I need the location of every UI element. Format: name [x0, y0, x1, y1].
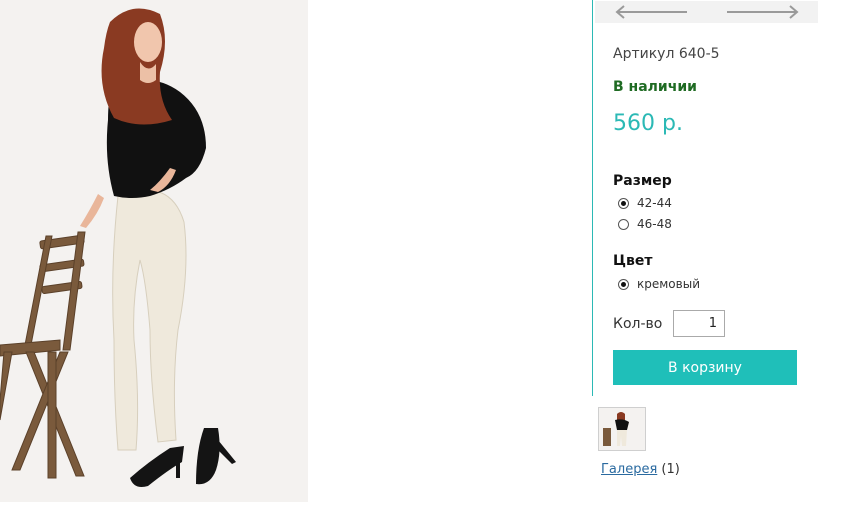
thumbnail-photo	[599, 408, 645, 450]
gallery-link-row: Галерея (1)	[601, 462, 680, 477]
product-photo-illustration	[0, 0, 308, 502]
radio-unchecked-icon[interactable]	[618, 218, 629, 230]
gallery-link[interactable]: Галерея	[601, 462, 657, 477]
color-option-title: Цвет	[613, 253, 653, 269]
color-option-label: кремовый	[637, 277, 700, 291]
product-price: 560 р.	[613, 111, 683, 136]
product-photo[interactable]	[0, 0, 308, 502]
size-option-42-44[interactable]: 42-44	[618, 194, 672, 212]
radio-checked-icon[interactable]	[618, 197, 629, 209]
quantity-input[interactable]	[673, 310, 725, 337]
color-option-cream[interactable]: кремовый	[618, 275, 700, 293]
add-to-cart-button[interactable]: В корзину	[613, 350, 797, 385]
size-option-title: Размер	[613, 173, 672, 189]
radio-checked-icon[interactable]	[618, 278, 629, 290]
size-option-label: 42-44	[637, 196, 672, 210]
product-info-panel: Артикул 640-5 В наличии 560 р. Размер 42…	[592, 0, 818, 396]
gallery-thumbnail[interactable]	[598, 407, 646, 451]
product-page: Артикул 640-5 В наличии 560 р. Размер 42…	[0, 0, 849, 510]
gallery-count: (1)	[661, 462, 680, 477]
quantity-label: Кол-во	[613, 316, 663, 332]
product-sku: Артикул 640-5	[613, 46, 720, 62]
size-option-label: 46-48	[637, 217, 672, 231]
arrow-left-icon[interactable]	[613, 3, 691, 21]
size-option-46-48[interactable]: 46-48	[618, 215, 672, 233]
stock-status: В наличии	[613, 79, 697, 95]
product-navigation-bar	[595, 1, 818, 23]
arrow-right-icon[interactable]	[723, 3, 801, 21]
